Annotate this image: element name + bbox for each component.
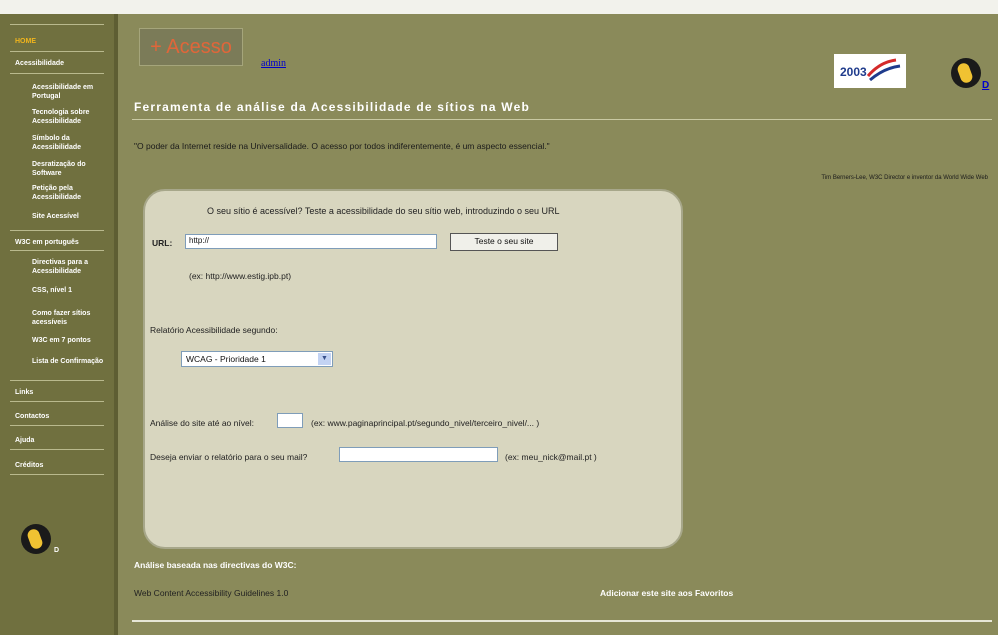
browser-top-strip	[0, 0, 998, 14]
sidebar-divider	[10, 250, 104, 251]
level-input[interactable]	[277, 413, 303, 428]
email-input[interactable]	[339, 447, 498, 462]
sidebar-divider	[10, 380, 104, 381]
nav-item-acess-portugal[interactable]: Acessibilidade em Portugal	[32, 83, 110, 101]
report-select[interactable]: WCAG - Prioridade 1 ▼	[181, 351, 333, 367]
sidebar-d-link[interactable]: D	[54, 546, 59, 555]
nav-item-como-fazer[interactable]: Como fazer sítios acessíveis	[32, 309, 110, 327]
sidebar-divider	[10, 24, 104, 25]
test-site-button[interactable]: Teste o seu site	[450, 233, 558, 251]
report-label: Relatório Acessibilidade segundo:	[150, 325, 278, 335]
analysis-form-panel: O seu sítio é acessível? Teste a acessib…	[143, 189, 683, 549]
quote-author: Tim Berners-Lee, W3C Director e inventor…	[821, 175, 988, 181]
nav-w3c-link[interactable]: W3C em português	[15, 238, 79, 247]
sidebar-divider	[10, 425, 104, 426]
sidebar-divider	[10, 51, 104, 52]
level-label: Análise do site até ao nível:	[150, 418, 254, 428]
sidebar-divider	[10, 230, 104, 231]
url-example: (ex: http://www.estig.ipb.pt)	[189, 271, 292, 281]
logo-2003: 2003	[834, 54, 906, 88]
title-divider	[132, 119, 992, 120]
wcag-link[interactable]: Web Content Accessibility Guidelines 1.0	[134, 588, 288, 598]
nav-home-link[interactable]: HOME	[15, 37, 36, 46]
nav-contactos-link[interactable]: Contactos	[15, 412, 49, 421]
sidebar-divider	[10, 73, 104, 74]
level-example: (ex: www.paginaprincipal.pt/segundo_nive…	[311, 418, 540, 428]
sidebar-nav: HOME Acessibilidade Acessibilidade em Po…	[0, 14, 114, 635]
footer-heading: Análise baseada nas directivas do W3C:	[134, 560, 297, 570]
nav-acessibilidade-link[interactable]: Acessibilidade	[15, 59, 64, 68]
sidebar-divider	[10, 449, 104, 450]
logo-2003-text: 2003	[840, 65, 867, 79]
sidebar-divider	[10, 474, 104, 475]
nav-item-peticao[interactable]: Petição pela Acessibilidade	[32, 184, 110, 202]
chevron-down-icon[interactable]: ▼	[318, 353, 331, 365]
url-label: URL:	[152, 238, 173, 248]
form-intro: O seu sítio é acessível? Teste a acessib…	[207, 206, 560, 216]
admin-link[interactable]: admin	[261, 58, 286, 69]
page-title: Ferramenta de análise da Acessibilidade …	[134, 100, 530, 114]
main-content: + Acesso admin 2003 D Ferramenta de anál…	[118, 14, 998, 635]
accessibility-key-icon	[951, 58, 981, 88]
nav-item-directivas[interactable]: Directivas para a Acessibilidade	[32, 258, 110, 276]
nav-item-w3c-7-pontos[interactable]: W3C em 7 pontos	[32, 336, 110, 345]
accessibility-key-icon	[21, 524, 51, 554]
nav-item-tecnologia[interactable]: Tecnologia sobre Acessibilidade	[32, 108, 110, 126]
nav-item-css[interactable]: CSS, nível 1	[32, 286, 110, 295]
add-favorites-link[interactable]: Adicionar este site aos Favoritos	[600, 588, 733, 598]
header-d-link[interactable]: D	[982, 80, 989, 91]
nav-item-site-acessivel[interactable]: Site Acessível	[32, 212, 110, 221]
nav-ajuda-link[interactable]: Ajuda	[15, 436, 34, 445]
quote-text: "O poder da Internet reside na Universal…	[134, 141, 550, 151]
nav-creditos-link[interactable]: Créditos	[15, 461, 43, 470]
nav-item-simbolo[interactable]: Símbolo da Acessibilidade	[32, 134, 110, 152]
nav-links-link[interactable]: Links	[15, 388, 33, 397]
nav-item-desratizacao[interactable]: Desratização do Software	[32, 160, 110, 178]
nav-item-lista[interactable]: Lista de Confirmação	[32, 357, 110, 366]
footer-divider	[132, 620, 992, 622]
acesso-button[interactable]: + Acesso	[139, 28, 243, 66]
logo-2003-graphic: 2003	[840, 58, 901, 82]
email-label: Deseja enviar o relatório para o seu mai…	[150, 452, 308, 462]
sidebar-divider	[10, 401, 104, 402]
url-input[interactable]: http://	[185, 234, 437, 249]
email-example: (ex: meu_nick@mail.pt )	[505, 452, 597, 462]
report-selected-value: WCAG - Prioridade 1	[186, 354, 266, 364]
